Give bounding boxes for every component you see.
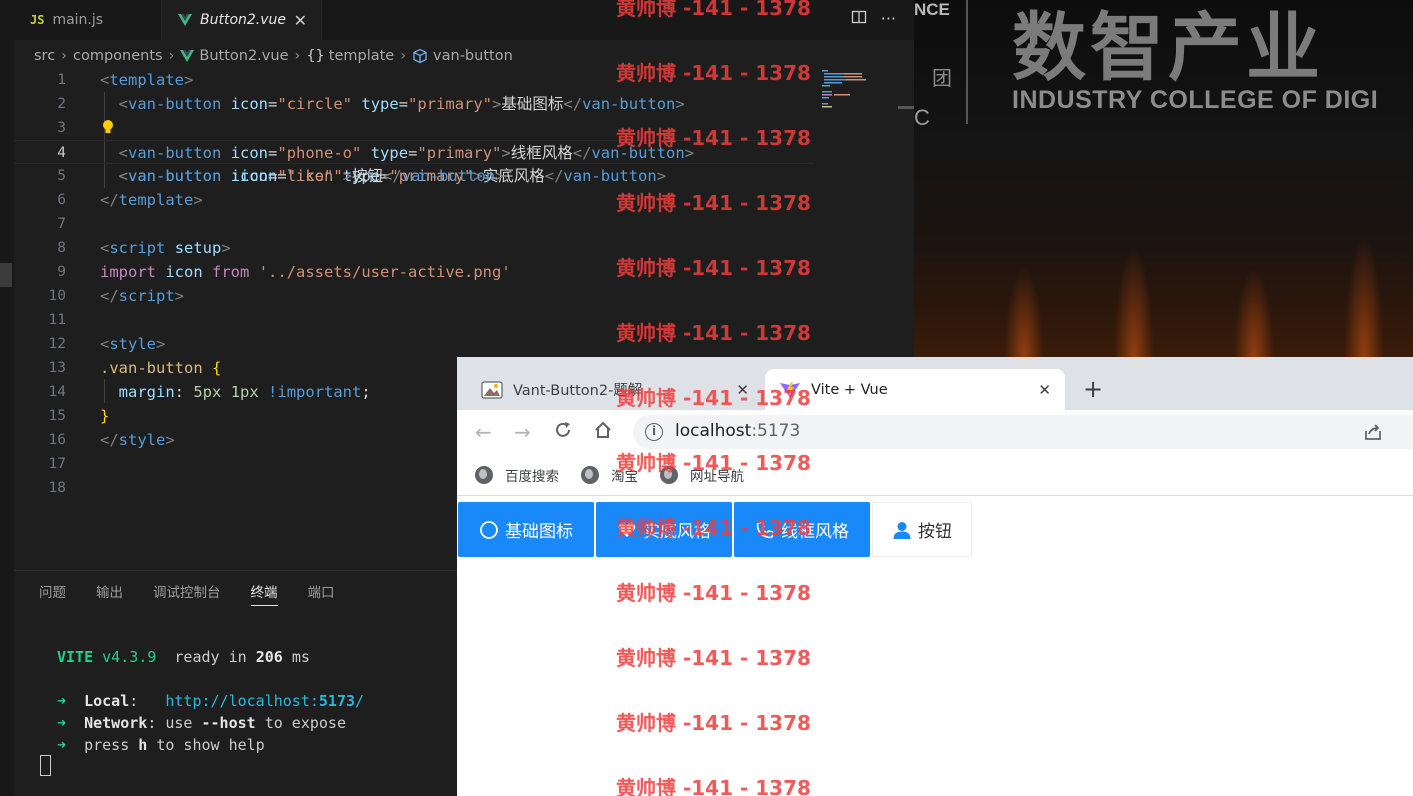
terminal-line: ➜ Network: use --host to expose — [57, 714, 346, 732]
watermark-text: 黄帅博 -141 - 1378 — [616, 776, 811, 796]
background-title: 数智产业 — [1012, 5, 1324, 91]
code-line: 5 <van-button :icon="icon">按钮</van-butto… — [57, 167, 505, 185]
editor-actions: ··· — [851, 9, 896, 29]
breadcrumb-item[interactable]: template — [329, 48, 394, 64]
activity-bar-edge — [0, 0, 14, 796]
bookmark-item[interactable]: 百度搜索 — [475, 465, 559, 485]
activity-indicator — [0, 263, 12, 287]
panel-tab-output[interactable]: 输出 — [96, 581, 123, 601]
reload-icon[interactable] — [553, 420, 573, 445]
home-icon[interactable] — [593, 420, 613, 445]
circle-icon — [480, 520, 498, 539]
minimap[interactable] — [822, 70, 892, 110]
background-fire — [1114, 247, 1154, 357]
globe-icon — [581, 465, 599, 484]
background-subtitle: INDUSTRY COLLEGE OF DIGI — [1012, 86, 1379, 114]
site-info-icon[interactable]: i — [645, 423, 663, 441]
watermark-text: 黄帅博 -141 - 1378 — [616, 126, 811, 150]
background-photo: NCE 团 C 数智产业 INDUSTRY COLLEGE OF DIGI — [914, 0, 1413, 357]
code-line: 10 </script> — [48, 287, 185, 305]
watermark-text: 黄帅博 -141 - 1378 — [616, 711, 811, 735]
watermark-text: 黄帅博 -141 - 1378 — [616, 516, 811, 540]
watermark-text: 黄帅博 -141 - 1378 — [616, 581, 811, 605]
breadcrumb-item[interactable]: Button2.vue — [199, 48, 288, 64]
browser-window: Vant-Button2-题解 ✕ Vite + Vue ✕ + ← → i l… — [457, 357, 1413, 796]
background-fire — [1004, 267, 1044, 357]
new-tab-button[interactable]: + — [1083, 375, 1103, 403]
browser-tab-title: Vite + Vue — [811, 381, 888, 398]
tab-label: Button2.vue — [200, 12, 287, 28]
watermark-text: 黄帅博 -141 - 1378 — [616, 0, 811, 20]
chevron-right-icon: › — [400, 48, 407, 64]
terminal-cursor — [40, 755, 51, 776]
background-text: NCE — [914, 0, 950, 19]
close-icon[interactable]: ✕ — [294, 11, 307, 30]
terminal-line: VITE v4.3.9 ready in 206 ms — [57, 648, 310, 666]
vue-file-icon — [180, 50, 195, 62]
watermark-text: 黄帅博 -141 - 1378 — [616, 321, 811, 345]
panel-tab-terminal[interactable]: 终端 — [250, 581, 278, 606]
js-file-icon: JS — [30, 13, 45, 27]
page-content: 基础图标 实底风格 线框风格 按钮 — [457, 497, 1413, 796]
close-tab-icon[interactable]: ✕ — [1038, 381, 1051, 399]
code-line: 2 <van-button icon="circle" type="primar… — [57, 95, 685, 113]
breadcrumb: src › components › Button2.vue › {} templat… — [34, 44, 513, 68]
url-text: localhost:5173 — [675, 421, 801, 441]
watermark-text: 黄帅博 -141 - 1378 — [616, 61, 811, 85]
split-editor-icon[interactable] — [851, 9, 867, 29]
terminal-line: ➜ Local: http://localhost:5173/ — [57, 692, 365, 710]
tab-label: main.js — [52, 12, 104, 28]
browser-tab-strip: Vant-Button2-题解 ✕ Vite + Vue ✕ + — [457, 357, 1413, 410]
user-icon-button[interactable]: 按钮 — [872, 502, 972, 557]
scrollbar-thumb[interactable] — [898, 106, 914, 109]
braces-icon: {} — [306, 48, 325, 64]
panel-tab-ports[interactable]: 端口 — [308, 581, 335, 601]
share-icon[interactable] — [1363, 423, 1383, 446]
watermark-text: 黄帅博 -141 - 1378 — [616, 646, 811, 670]
watermark-text: 黄帅博 -141 - 1378 — [616, 386, 811, 410]
background-fire — [1234, 267, 1274, 357]
user-avatar-icon — [893, 521, 911, 539]
background-fire — [1344, 237, 1384, 357]
panel-tab-problems[interactable]: 问题 — [39, 581, 66, 601]
watermark-text: 黄帅博 -141 - 1378 — [616, 451, 811, 475]
breadcrumb-item[interactable]: src — [34, 48, 55, 64]
watermark-text: 黄帅博 -141 - 1378 — [616, 191, 811, 215]
more-actions-icon[interactable]: ··· — [881, 9, 896, 29]
image-favicon-icon — [481, 380, 503, 399]
terminal[interactable]: VITE v4.3.9 ready in 206 ms ➜ Local: htt… — [14, 640, 464, 794]
vue-file-icon — [178, 14, 192, 26]
chevron-right-icon: › — [294, 48, 301, 64]
chevron-right-icon: › — [61, 48, 67, 64]
watermark-text: 黄帅博 -141 - 1378 — [616, 256, 811, 280]
element-cube-icon — [413, 48, 427, 64]
background-divider — [966, 0, 968, 124]
tab-main-js[interactable]: JS main.js — [14, 0, 162, 40]
forward-arrow-icon[interactable]: → — [514, 420, 531, 444]
address-bar[interactable]: i localhost:5173 — [633, 415, 1413, 449]
panel-tab-debug-console[interactable]: 调试控制台 — [153, 581, 221, 601]
back-arrow-icon[interactable]: ← — [475, 420, 492, 444]
background-text: C — [914, 105, 930, 130]
bookmarks-bar: 百度搜索 淘宝 网址导航 — [457, 454, 1413, 496]
circle-button[interactable]: 基础图标 — [458, 502, 594, 557]
chevron-right-icon: › — [168, 48, 175, 64]
terminal-line: ➜ press h to show help — [57, 736, 265, 754]
background-text: 团 — [932, 68, 952, 90]
lightbulb-icon[interactable] — [102, 119, 114, 135]
breadcrumb-item[interactable]: van-button — [433, 48, 513, 64]
breadcrumb-item[interactable]: components — [73, 48, 163, 64]
tab-button2-vue[interactable]: Button2.vue ✕ — [162, 0, 322, 40]
globe-icon — [475, 465, 493, 484]
browser-toolbar: ← → i localhost:5173 — [457, 410, 1413, 454]
